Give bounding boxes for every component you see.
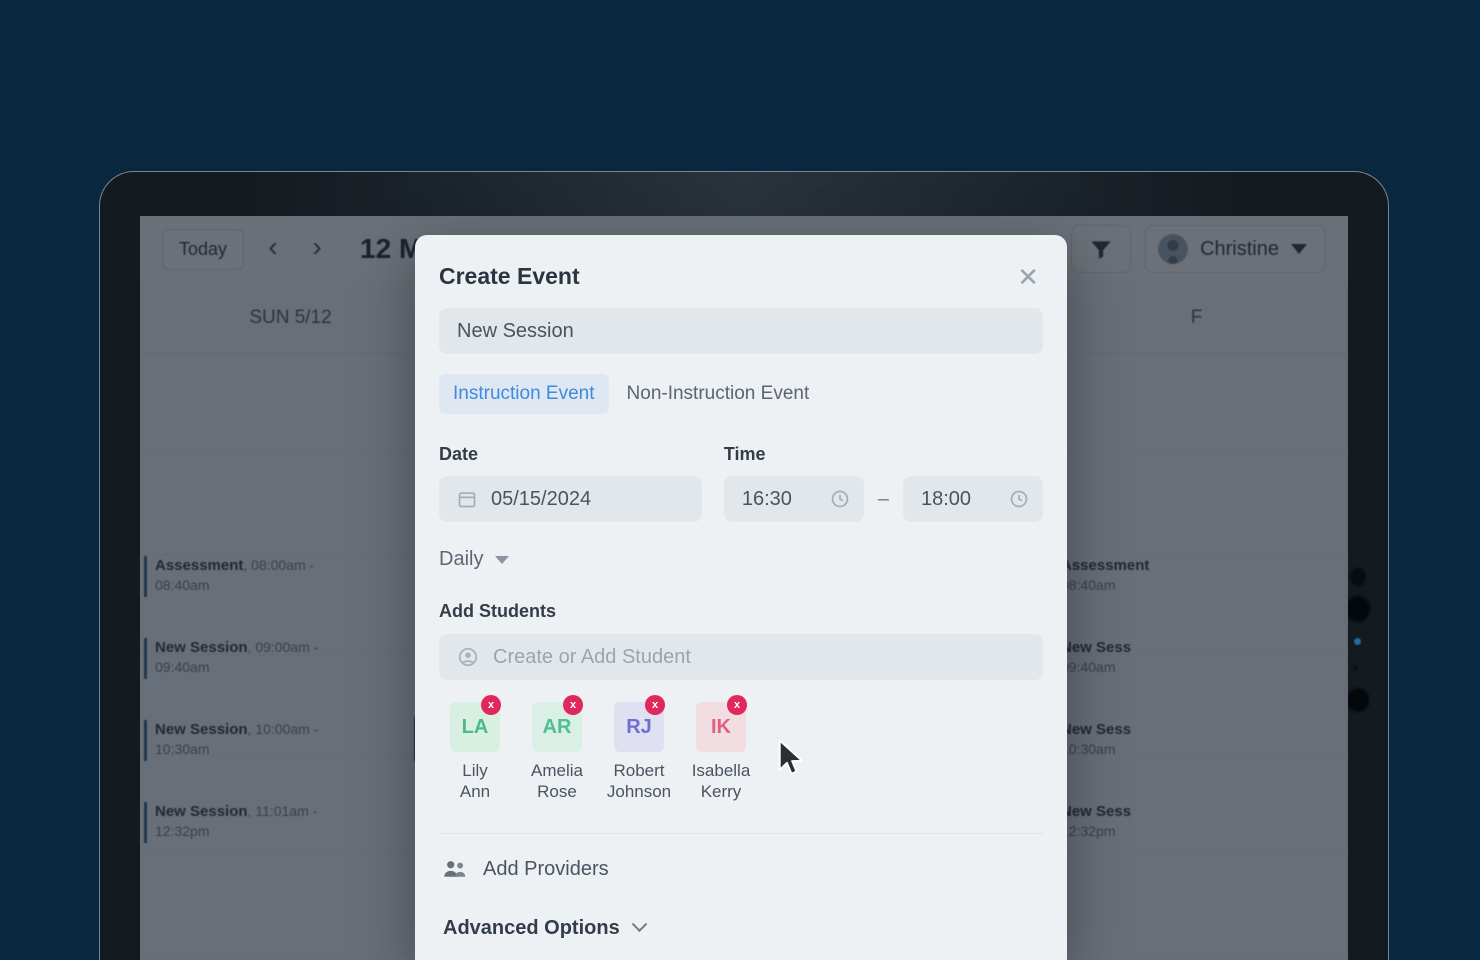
student-search-input[interactable]: Create or Add Student [439,634,1043,680]
start-time-value: 16:30 [741,487,792,510]
recurrence-select[interactable]: Daily [439,548,1043,571]
student-last-name: Kerry [700,782,742,802]
date-group: Date 05/15/2024 [439,444,702,522]
student-last-name: Ann [459,782,491,802]
time-fields: 16:30 – 18:00 [723,476,1043,522]
remove-student-icon[interactable]: x [645,695,665,715]
date-input[interactable]: 05/15/2024 [439,476,702,522]
create-event-dialog: Create Event ✕ New Session Instruction E… [415,235,1067,960]
calendar-icon [457,489,477,509]
chevron-down-icon [495,555,510,564]
student-name: Amelia Rose [521,760,593,803]
student-name: Lily Ann [439,760,511,803]
end-time-value: 18:00 [921,487,972,510]
student-chip[interactable]: IK x Isabella Kerry [685,695,757,803]
date-time-row: Date 05/15/2024 Time 16:30 – 18:00 [439,444,1043,522]
camera-lens-icon [1346,596,1370,622]
recurrence-value: Daily [439,548,484,570]
selected-students-list: LA x Lily Ann AR x Amelia Rose RJ x Robe… [439,695,1043,803]
student-last-name: Rose [537,782,577,802]
student-chip[interactable]: AR x Amelia Rose [521,695,593,803]
tab-non-instruction-event[interactable]: Non-Instruction Event [613,374,824,414]
time-label: Time [723,444,766,464]
person-icon [457,646,479,668]
add-providers-label: Add Providers [483,857,609,880]
student-last-name: Johnson [606,782,672,802]
event-title-value: New Session [457,319,574,342]
remove-student-icon[interactable]: x [727,695,747,715]
event-type-tabs: Instruction Event Non-Instruction Event [439,374,1043,414]
student-name: Isabella Kerry [685,760,757,803]
dialog-title: Create Event [439,263,580,289]
arrow-cursor-icon [778,739,804,775]
student-first-name: Robert [613,761,665,780]
advanced-options-toggle[interactable]: Advanced Options [439,881,1043,940]
date-value: 05/15/2024 [491,487,592,510]
student-first-name: Lily [462,761,488,780]
people-icon [443,859,467,879]
student-search-placeholder: Create or Add Student [493,645,691,668]
end-time-input[interactable]: 18:00 [903,476,1043,522]
student-chip[interactable]: LA x Lily Ann [439,695,511,803]
dialog-header: Create Event ✕ [439,235,1043,308]
time-range-separator: – [877,487,889,510]
add-students-label: Add Students [439,601,556,621]
clock-icon[interactable] [1009,489,1029,509]
date-label: Date [439,444,479,464]
remove-student-icon[interactable]: x [563,695,583,715]
student-first-name: Isabella [691,761,751,780]
tab-instruction-event[interactable]: Instruction Event [439,374,609,414]
advanced-options-label: Advanced Options [443,916,620,939]
remove-student-icon[interactable]: x [481,695,501,715]
time-group: Time 16:30 – 18:00 [723,444,1043,522]
clock-icon[interactable] [830,489,850,509]
add-providers-button[interactable]: Add Providers [439,834,1043,881]
status-led-indicator [1354,638,1361,645]
student-chip[interactable]: RJ x Robert Johnson [603,695,675,803]
camera-sensor-icon [1350,568,1366,586]
scene: Today ‹ › 12 Ma Christine [0,0,1480,960]
ambient-sensor-icon [1353,666,1358,671]
event-title-input[interactable]: New Session [439,308,1043,354]
camera-lens-secondary-icon [1347,688,1369,712]
chevron-down-icon [631,915,647,932]
student-name: Robert Johnson [603,760,675,803]
student-first-name: Amelia [531,761,583,780]
start-time-input[interactable]: 16:30 [723,476,864,522]
close-icon[interactable]: ✕ [1013,264,1043,290]
